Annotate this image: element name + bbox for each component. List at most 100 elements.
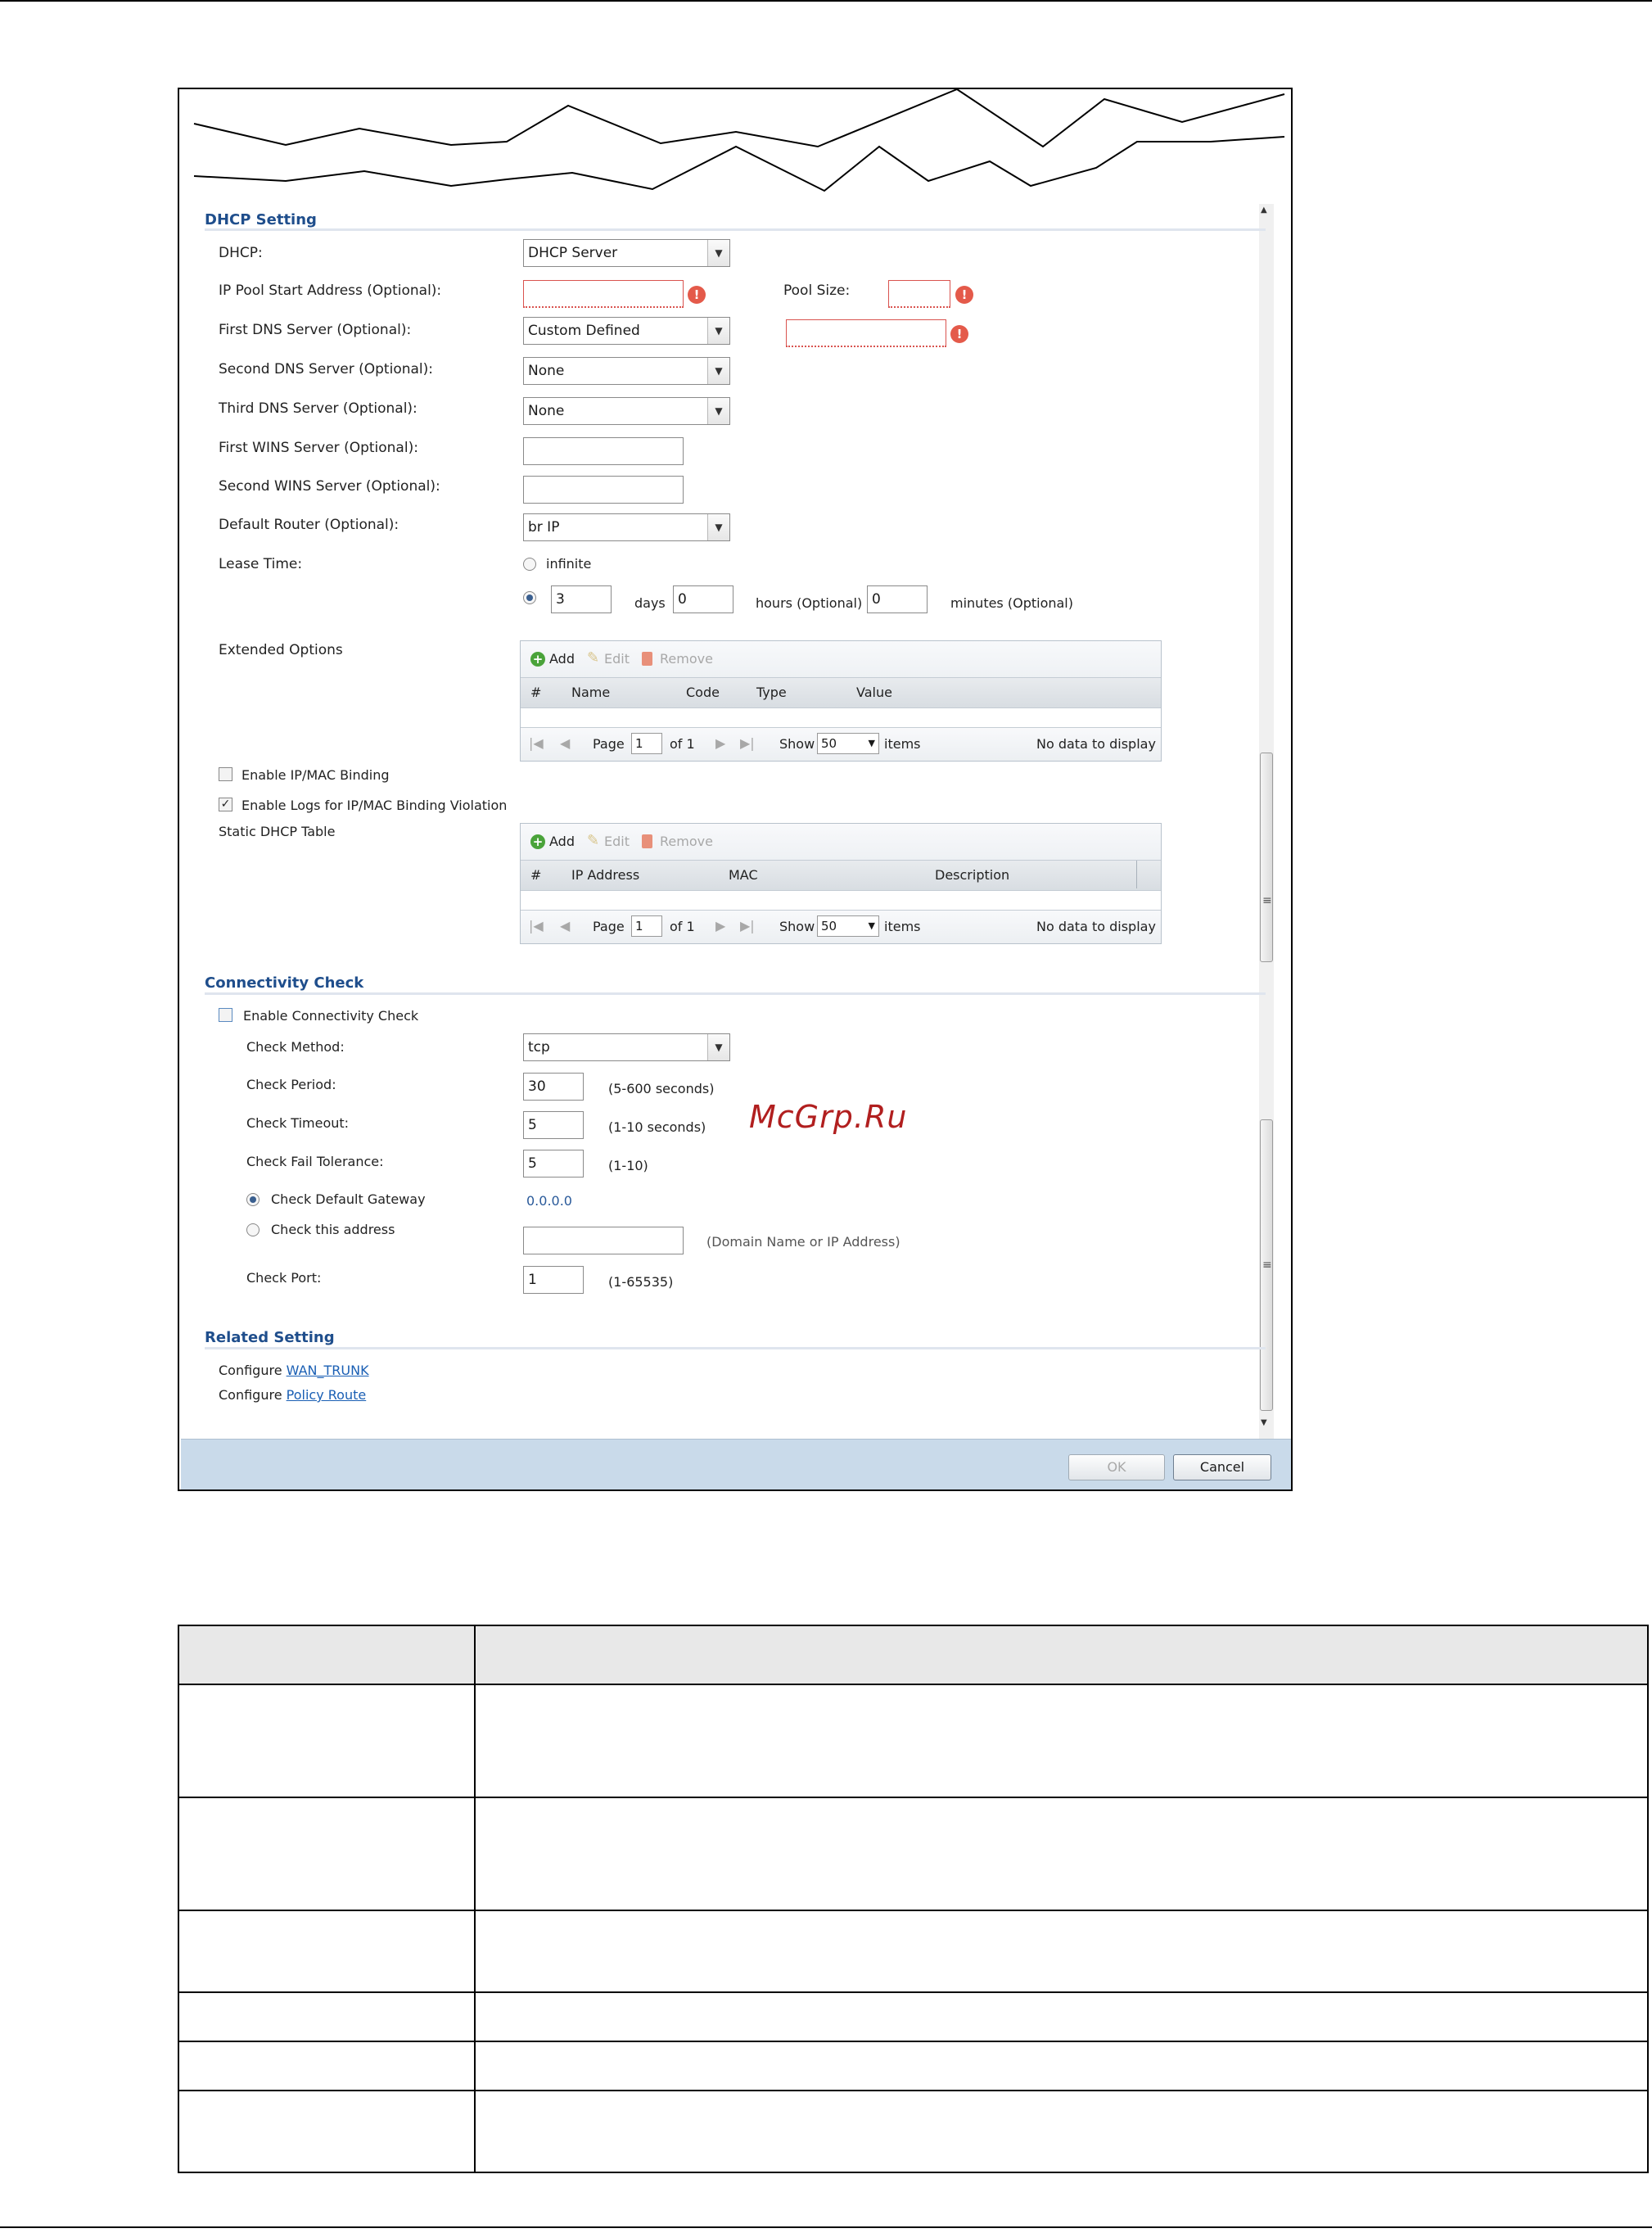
dhcp-select[interactable]: DHCP Server ▼: [523, 239, 730, 267]
page-size-select[interactable]: 50 ▼: [817, 915, 879, 937]
third-dns-select-value: None: [528, 403, 565, 419]
grid-toolbar: + Add ✎ Edit Remove: [521, 641, 1161, 677]
second-wins-input[interactable]: [523, 476, 684, 504]
enable-ipmac-logs-checkbox[interactable]: ✓: [219, 798, 232, 811]
enable-connectivity-checkbox[interactable]: [219, 1008, 232, 1022]
scrollbar-grip-icon-lower: ≡: [1262, 1259, 1272, 1272]
items-label: items: [884, 919, 921, 934]
first-dns-custom-input[interactable]: [786, 319, 946, 347]
configure-label: Configure: [219, 1387, 282, 1403]
related-section-title: Related Setting: [205, 1329, 335, 1346]
enable-ipmac-binding-label: Enable IP/MAC Binding: [241, 767, 390, 783]
column-header: Code: [686, 685, 720, 700]
check-address-hint: (Domain Name or IP Address): [706, 1234, 900, 1250]
ok-button[interactable]: OK: [1068, 1454, 1165, 1480]
lease-days-unit: days: [634, 595, 666, 611]
check-this-address-radio[interactable]: [246, 1223, 260, 1236]
remove-button[interactable]: Remove: [660, 651, 713, 667]
table-header-cell: [474, 1625, 1649, 1685]
pool-size-label: Pool Size:: [783, 283, 851, 299]
add-button[interactable]: Add: [549, 651, 575, 667]
extended-options-grid: + Add ✎ Edit Remove # Name Code Type Val…: [520, 640, 1162, 762]
enable-ipmac-binding-checkbox[interactable]: [219, 767, 232, 781]
policy-route-link[interactable]: Policy Route: [287, 1387, 367, 1403]
column-divider: [1136, 861, 1137, 888]
column-header: Type: [756, 685, 787, 700]
second-dns-select-value: None: [528, 363, 565, 379]
third-dns-select[interactable]: None ▼: [523, 397, 730, 425]
no-data-label: No data to display: [1036, 919, 1156, 934]
scroll-up-arrow-icon[interactable]: ▲: [1261, 206, 1267, 215]
column-header: #: [530, 867, 542, 883]
chevron-down-icon: ▼: [707, 240, 729, 266]
last-page-icon[interactable]: ▶|: [740, 735, 755, 751]
check-address-input[interactable]: [523, 1227, 684, 1254]
first-page-icon[interactable]: |◀: [529, 918, 544, 933]
add-icon[interactable]: +: [530, 652, 545, 667]
table-cell: [474, 1910, 1649, 1993]
default-router-select[interactable]: br IP ▼: [523, 513, 730, 541]
table-row: [178, 2041, 1649, 2091]
lease-minutes-input[interactable]: 0: [867, 585, 928, 613]
page-size-value: 50: [821, 919, 837, 933]
check-port-input[interactable]: 1: [523, 1266, 584, 1294]
lease-days-input[interactable]: 3: [551, 585, 612, 613]
scroll-down-arrow-icon[interactable]: ▼: [1261, 1418, 1267, 1427]
check-period-input[interactable]: 30: [523, 1073, 584, 1101]
last-page-icon[interactable]: ▶|: [740, 918, 755, 933]
description-table: [178, 1625, 1649, 2173]
first-dns-select[interactable]: Custom Defined ▼: [523, 317, 730, 345]
dhcp-select-value: DHCP Server: [528, 245, 618, 261]
first-dns-select-value: Custom Defined: [528, 323, 640, 339]
lease-hours-input[interactable]: 0: [673, 585, 733, 613]
top-page-rule: [0, 0, 1652, 2]
check-fail-tolerance-input[interactable]: 5: [523, 1150, 584, 1178]
pool-size-input[interactable]: [888, 280, 950, 308]
next-page-icon[interactable]: ▶: [715, 735, 725, 751]
error-icon: !: [688, 286, 706, 304]
wan-trunk-link[interactable]: WAN_TRUNK: [287, 1363, 369, 1378]
cancel-button[interactable]: Cancel: [1173, 1454, 1271, 1480]
check-timeout-hint: (1-10 seconds): [608, 1119, 706, 1135]
remove-button[interactable]: Remove: [660, 834, 713, 849]
page-number-input[interactable]: 1: [631, 915, 662, 937]
table-cell: [474, 2041, 1649, 2091]
add-icon[interactable]: +: [530, 834, 545, 849]
first-wins-input[interactable]: [523, 437, 684, 465]
check-period-label: Check Period:: [246, 1077, 336, 1092]
error-icon: !: [955, 286, 973, 304]
first-dns-label: First DNS Server (Optional):: [219, 322, 412, 338]
chevron-down-icon: ▼: [707, 398, 729, 424]
pool-start-input[interactable]: [523, 280, 684, 308]
check-timeout-input[interactable]: 5: [523, 1111, 584, 1139]
prev-page-icon[interactable]: ◀: [560, 735, 570, 751]
check-port-label: Check Port:: [246, 1270, 322, 1286]
chevron-down-icon: ▼: [707, 358, 729, 384]
table-header-cell: [178, 1625, 476, 1685]
add-button[interactable]: Add: [549, 834, 575, 849]
lease-days-radio[interactable]: [523, 591, 536, 604]
check-method-select[interactable]: tcp ▼: [523, 1033, 730, 1061]
show-label: Show: [779, 919, 815, 934]
page-number-input[interactable]: 1: [631, 733, 662, 754]
lease-infinite-label: infinite: [546, 556, 592, 572]
first-page-icon[interactable]: |◀: [529, 735, 544, 751]
scrollbar-thumb[interactable]: [1260, 753, 1273, 962]
edit-button[interactable]: Edit: [604, 651, 630, 667]
edit-button[interactable]: Edit: [604, 834, 630, 849]
prev-page-icon[interactable]: ◀: [560, 918, 570, 933]
page-size-select[interactable]: 50 ▼: [817, 733, 879, 754]
second-dns-select[interactable]: None ▼: [523, 357, 730, 385]
next-page-icon[interactable]: ▶: [715, 918, 725, 933]
column-header: IP Address: [571, 867, 640, 883]
table-cell: [474, 1991, 1649, 2042]
page-size-value: 50: [821, 736, 837, 751]
edit-icon: ✎: [587, 649, 600, 667]
check-default-gateway-radio[interactable]: [246, 1193, 260, 1206]
static-dhcp-table-label: Static DHCP Table: [219, 824, 336, 839]
table-row: [178, 2090, 1649, 2173]
check-fail-tolerance-label: Check Fail Tolerance:: [246, 1154, 384, 1169]
lease-infinite-radio[interactable]: [523, 558, 536, 571]
page-of-label: of 1: [670, 736, 695, 752]
bottom-page-rule: [0, 2226, 1652, 2228]
